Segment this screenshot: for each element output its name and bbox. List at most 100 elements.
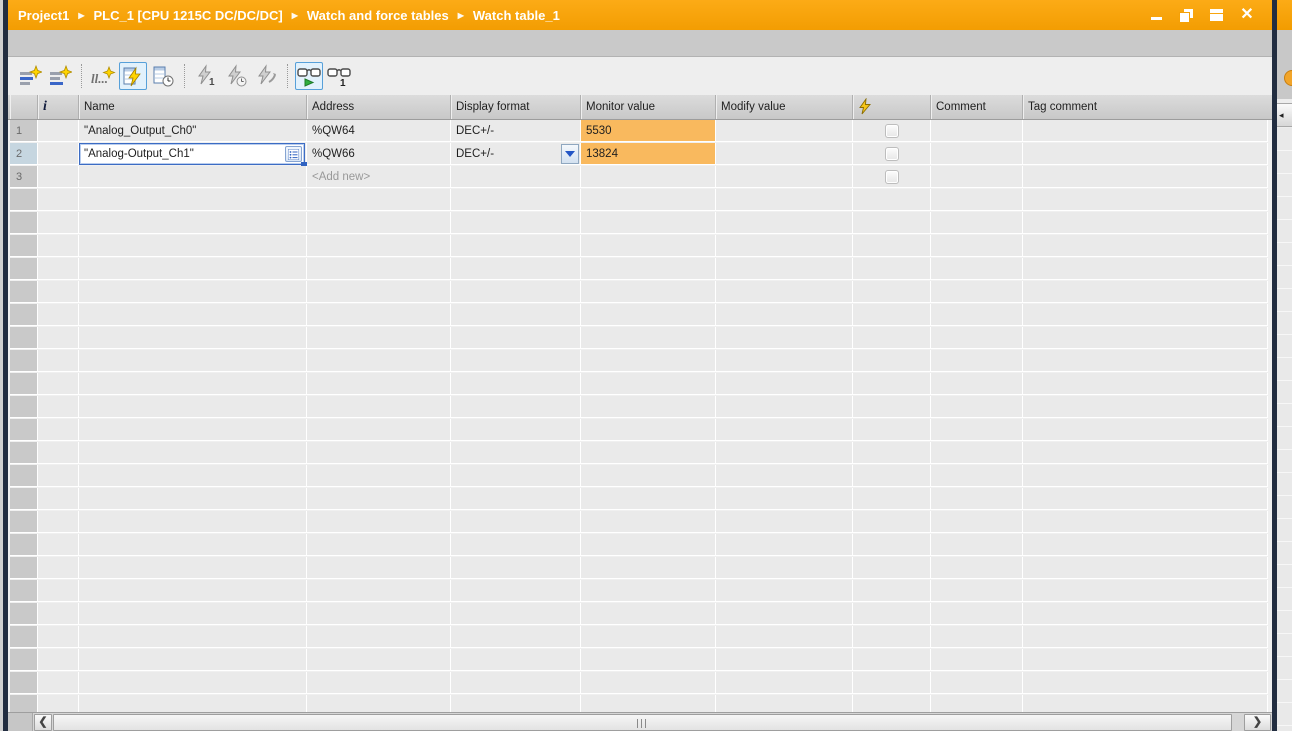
empty-cell[interactable] — [451, 488, 581, 510]
horizontal-scrollbar[interactable]: ❮ ❯ — [8, 712, 1272, 731]
info-cell[interactable] — [38, 166, 79, 188]
modify-trigger-cell[interactable] — [853, 189, 931, 211]
empty-cell[interactable] — [451, 672, 581, 694]
modify-value-cell[interactable] — [716, 166, 853, 188]
empty-cell[interactable] — [79, 511, 307, 533]
empty-cell[interactable] — [931, 304, 1023, 326]
row-number[interactable] — [10, 626, 38, 648]
empty-cell[interactable] — [581, 534, 716, 556]
empty-cell[interactable] — [79, 281, 307, 303]
row-number[interactable] — [10, 396, 38, 418]
name-cell[interactable] — [79, 166, 307, 188]
modify-trigger-cell[interactable] — [853, 327, 931, 349]
empty-cell[interactable] — [581, 672, 716, 694]
empty-cell[interactable] — [307, 419, 451, 441]
empty-cell[interactable] — [931, 649, 1023, 671]
modify-trigger-cell[interactable] — [853, 350, 931, 372]
add-new-cell[interactable]: <Add new> — [307, 166, 451, 188]
empty-cell[interactable] — [307, 304, 451, 326]
monitor-all-button[interactable] — [119, 62, 147, 90]
empty-cell[interactable] — [1023, 557, 1268, 579]
empty-cell[interactable] — [1023, 534, 1268, 556]
empty-cell[interactable] — [581, 557, 716, 579]
empty-cell[interactable] — [581, 189, 716, 211]
empty-cell[interactable] — [931, 534, 1023, 556]
modify-trigger-cell[interactable] — [853, 373, 931, 395]
display-format-dropdown-button[interactable] — [561, 144, 579, 164]
empty-cell[interactable] — [38, 373, 79, 395]
empty-cell[interactable] — [38, 281, 79, 303]
empty-cell[interactable] — [451, 419, 581, 441]
monitor-once-button[interactable] — [149, 62, 177, 90]
empty-cell[interactable] — [307, 580, 451, 602]
empty-cell[interactable] — [1023, 212, 1268, 234]
empty-cell[interactable] — [716, 442, 853, 464]
empty-cell[interactable] — [79, 396, 307, 418]
empty-cell[interactable] — [1023, 327, 1268, 349]
empty-cell[interactable] — [38, 672, 79, 694]
show-force-columns-button[interactable]: 1 — [325, 62, 353, 90]
empty-cell[interactable] — [716, 557, 853, 579]
modify-value-cell[interactable] — [716, 120, 853, 142]
scroll-left-button[interactable]: ❮ — [34, 714, 52, 731]
empty-cell[interactable] — [307, 235, 451, 257]
breadcrumb-watch-table-1[interactable]: Watch table_1 — [473, 8, 560, 23]
modify-trigger-cell[interactable] — [853, 557, 931, 579]
empty-cell[interactable] — [1023, 281, 1268, 303]
empty-cell[interactable] — [451, 396, 581, 418]
monitor-value-cell[interactable]: 13824 — [581, 143, 716, 165]
empty-cell[interactable] — [451, 304, 581, 326]
empty-cell[interactable] — [79, 488, 307, 510]
empty-cell[interactable] — [38, 626, 79, 648]
empty-cell[interactable] — [581, 212, 716, 234]
display-format-cell[interactable]: DEC+/- — [451, 143, 581, 165]
empty-cell[interactable] — [1023, 235, 1268, 257]
row-number[interactable] — [10, 603, 38, 625]
empty-cell[interactable] — [79, 465, 307, 487]
empty-cell[interactable] — [38, 695, 79, 712]
empty-cell[interactable] — [307, 258, 451, 280]
empty-cell[interactable] — [307, 672, 451, 694]
empty-cell[interactable] — [581, 281, 716, 303]
row-number[interactable] — [10, 442, 38, 464]
panel-collapse-button[interactable]: ◂ — [1277, 103, 1292, 127]
empty-cell[interactable] — [716, 580, 853, 602]
empty-cell[interactable] — [581, 327, 716, 349]
empty-cell[interactable] — [716, 281, 853, 303]
empty-cell[interactable] — [451, 465, 581, 487]
empty-cell[interactable] — [931, 189, 1023, 211]
empty-cell[interactable] — [716, 350, 853, 372]
modify-trigger-cell[interactable] — [853, 212, 931, 234]
insert-comment-line-button[interactable]: ll... — [89, 62, 117, 90]
empty-cell[interactable] — [451, 235, 581, 257]
empty-cell[interactable] — [581, 580, 716, 602]
empty-cell[interactable] — [581, 695, 716, 712]
address-cell[interactable]: %QW66 — [307, 143, 451, 165]
empty-cell[interactable] — [716, 327, 853, 349]
row-number[interactable]: 1 — [10, 120, 38, 142]
empty-cell[interactable] — [1023, 672, 1268, 694]
empty-cell[interactable] — [581, 442, 716, 464]
empty-cell[interactable] — [79, 672, 307, 694]
empty-cell[interactable] — [451, 327, 581, 349]
empty-cell[interactable] — [38, 511, 79, 533]
row-number[interactable] — [10, 212, 38, 234]
empty-cell[interactable] — [307, 557, 451, 579]
empty-cell[interactable] — [1023, 442, 1268, 464]
empty-cell[interactable] — [716, 511, 853, 533]
empty-cell[interactable] — [931, 695, 1023, 712]
name-edit-input[interactable]: "Analog-Output_Ch1" — [79, 143, 307, 168]
row-number[interactable] — [10, 672, 38, 694]
modify-trigger-cell[interactable] — [853, 304, 931, 326]
empty-cell[interactable] — [716, 258, 853, 280]
empty-cell[interactable] — [716, 626, 853, 648]
comment-cell[interactable] — [931, 120, 1023, 142]
modify-trigger-cell[interactable] — [853, 534, 931, 556]
modify-trigger-cell[interactable] — [853, 419, 931, 441]
modify-trigger-cell[interactable] — [853, 695, 931, 712]
empty-cell[interactable] — [931, 373, 1023, 395]
empty-cell[interactable] — [931, 396, 1023, 418]
empty-cell[interactable] — [931, 281, 1023, 303]
empty-cell[interactable] — [79, 695, 307, 712]
empty-cell[interactable] — [451, 649, 581, 671]
